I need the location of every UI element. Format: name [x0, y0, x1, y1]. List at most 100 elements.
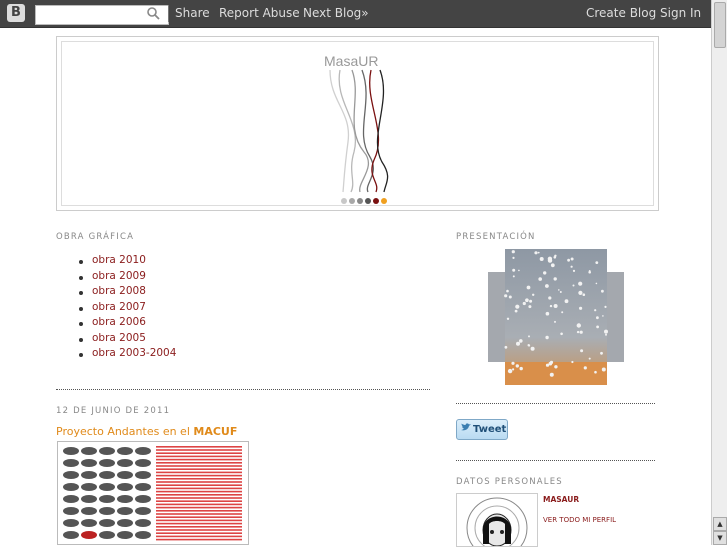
text-line-shape — [156, 532, 242, 534]
shoe-shape — [117, 447, 133, 455]
shoe-shape — [63, 447, 79, 455]
sparkle-dot — [512, 256, 515, 259]
text-line-shape — [156, 506, 242, 509]
sparkle-dot — [547, 256, 553, 261]
sparkle-dot — [550, 263, 555, 268]
shoe-shape — [135, 507, 151, 515]
text-line-shape — [156, 526, 242, 528]
sparkle-dot — [543, 271, 547, 275]
post-date: 12 DE JUNIO DE 2011 — [56, 406, 171, 416]
report-abuse-link[interactable]: Report Abuse — [219, 6, 300, 20]
obra-link[interactable]: obra 2010 — [79, 254, 176, 270]
sparkle-dot — [588, 357, 591, 360]
section-divider — [56, 389, 430, 390]
logo-dot — [349, 198, 355, 204]
shoe-shape — [99, 507, 115, 515]
post-title-link[interactable]: Proyecto Andantes en el MACUF — [56, 425, 237, 438]
shoe-shape — [117, 483, 133, 491]
sparkle-dot — [595, 282, 598, 285]
sparkle-dot — [506, 317, 510, 320]
logo-title: MasaUR — [324, 53, 378, 69]
sparkle-dot — [545, 363, 550, 367]
shoe-shape — [63, 483, 79, 491]
search-icon[interactable] — [146, 5, 164, 23]
blogger-logo-icon[interactable]: B — [7, 4, 25, 22]
sparkle-dot — [527, 344, 530, 347]
next-blog-link[interactable]: Next Blog» — [303, 6, 369, 20]
logo-dot — [357, 198, 363, 204]
tweet-label: Tweet — [473, 424, 507, 435]
sparkle-dot — [549, 304, 553, 308]
sparkle-dot — [537, 251, 540, 254]
shoe-shape — [63, 471, 79, 479]
sparkle-dot — [554, 320, 556, 323]
obra-grafica-title: OBRA GRÁFICA — [56, 232, 135, 242]
shoe-shape — [63, 531, 79, 539]
presentacion-image[interactable] — [488, 249, 624, 385]
sparkle-dot — [532, 293, 535, 296]
sparkle-dot — [539, 257, 544, 261]
share-link[interactable]: Share — [175, 6, 210, 20]
sparkle-dot — [559, 291, 562, 293]
obra-link[interactable]: obra 2006 — [79, 316, 176, 332]
sign-in-link[interactable]: Sign In — [660, 6, 701, 20]
sparkle-dot — [519, 339, 523, 343]
text-line-shape — [156, 471, 242, 474]
navbar-divider — [168, 5, 169, 22]
profile-name-link[interactable]: MASAUR — [543, 495, 579, 504]
sparkle-dot — [567, 258, 570, 262]
sparkle-dot — [511, 250, 515, 254]
sparkle-dot — [596, 316, 599, 320]
profile-avatar[interactable] — [456, 493, 538, 550]
tweet-button[interactable]: Tweet — [456, 419, 508, 440]
shoe-shape — [99, 459, 115, 467]
obra-link[interactable]: obra 2009 — [79, 270, 176, 286]
shoe-shape — [81, 519, 97, 527]
text-line-shape — [156, 468, 242, 470]
create-blog-link[interactable]: Create Blog — [586, 6, 656, 20]
sparkle-dot — [578, 281, 583, 286]
shoe-shape — [81, 471, 97, 479]
obra-link[interactable]: obra 2008 — [79, 285, 176, 301]
sparkle-dot — [514, 309, 518, 313]
text-line-shape — [156, 538, 242, 541]
scrollbar-thumb[interactable] — [714, 2, 726, 48]
sparkle-dot — [553, 256, 557, 259]
scroll-up-button[interactable]: ▲ — [713, 517, 727, 531]
sparkle-dot — [554, 365, 558, 369]
text-line-shape — [156, 494, 242, 496]
blogger-navbar: B Share Report Abuse Next Blog» Create B… — [0, 0, 712, 28]
header-banner: MasaUR — [61, 41, 654, 206]
obra-link[interactable]: obra 2007 — [79, 301, 176, 317]
sparkle-dot — [529, 299, 533, 303]
shoe-shape — [117, 471, 133, 479]
sparkle-dot — [526, 285, 531, 290]
blog-header[interactable]: MasaUR — [56, 36, 659, 211]
shoe-shape — [135, 495, 151, 503]
obra-link[interactable]: obra 2003-2004 — [79, 347, 176, 363]
sparkle-dot — [553, 304, 558, 308]
shoe-shape — [135, 519, 151, 527]
sparkle-dot — [506, 289, 509, 293]
post-image[interactable] — [57, 441, 249, 545]
text-line-shape — [156, 503, 242, 506]
sparkle-dot — [601, 289, 604, 293]
text-line-shape — [156, 522, 242, 525]
text-line-shape — [156, 535, 242, 538]
sparkle-dot — [571, 360, 574, 364]
sparkle-dot — [572, 269, 576, 272]
page-scrollbar[interactable]: ▲ ▼ — [711, 0, 727, 545]
sparkle-dot — [576, 323, 581, 328]
view-profile-link[interactable]: VER TODO MI PERFIL — [543, 516, 616, 524]
obra-link[interactable]: obra 2005 — [79, 332, 176, 348]
sparkle-dot — [549, 372, 554, 377]
sparkle-dot — [504, 294, 508, 298]
logo-dot — [365, 198, 371, 204]
shoe-shape — [117, 507, 133, 515]
sparkle-dot — [578, 290, 583, 295]
shoe-shape — [81, 483, 97, 491]
sparkle-dot — [604, 305, 607, 308]
sparkle-dot — [579, 330, 583, 334]
sparkle-dot — [522, 301, 526, 306]
scroll-down-button[interactable]: ▼ — [713, 531, 727, 545]
